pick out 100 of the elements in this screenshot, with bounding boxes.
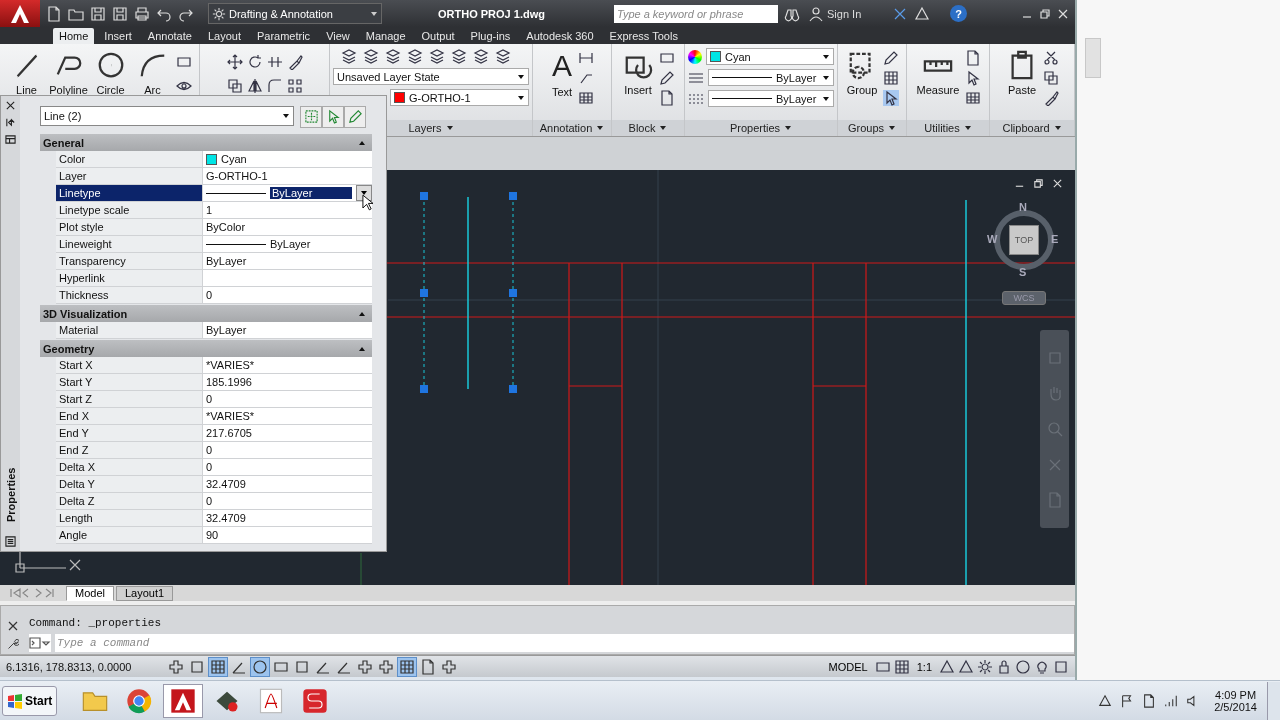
layers-icon[interactable]: [407, 48, 423, 64]
fillet-icon[interactable]: [266, 78, 283, 94]
property-row[interactable]: Start Y 185.1996: [56, 374, 372, 391]
properties-icon[interactable]: [5, 134, 16, 145]
table-icon[interactable]: [578, 90, 595, 106]
properties-icon[interactable]: [5, 536, 16, 547]
measure-tool-button[interactable]: Measure: [914, 48, 962, 98]
select-objects-button[interactable]: [322, 106, 344, 128]
annotation-scale-button[interactable]: 1:1: [912, 660, 936, 673]
brush-icon[interactable]: [1043, 90, 1059, 106]
ribbon-tab[interactable]: Layout: [201, 28, 247, 44]
grid-icon[interactable]: [209, 657, 227, 676]
save-icon[interactable]: [112, 5, 128, 22]
caret-icon[interactable]: [888, 124, 897, 132]
property-row[interactable]: Angle 90: [56, 527, 372, 544]
plus-icon[interactable]: [377, 657, 395, 676]
layers-icon[interactable]: [429, 48, 445, 64]
pencil-icon[interactable]: [659, 70, 675, 86]
save-icon[interactable]: [90, 5, 106, 22]
section-header[interactable]: General: [40, 134, 372, 151]
property-row[interactable]: Start Z 0: [56, 391, 372, 408]
quick-select-button[interactable]: [344, 106, 366, 128]
selected-line[interactable]: [420, 192, 428, 393]
linetype-dropdown[interactable]: ByLayer: [708, 69, 834, 86]
scissors-icon[interactable]: [1043, 50, 1059, 66]
insert-tool-button[interactable]: Insert: [621, 48, 655, 98]
grid-icon[interactable]: [883, 70, 900, 86]
draw-tool-button[interactable]: Polyline: [49, 48, 88, 98]
ribbon-tab[interactable]: Autodesk 360: [520, 28, 600, 44]
start-button[interactable]: Start: [2, 685, 58, 716]
model-space-button[interactable]: MODEL: [824, 659, 872, 674]
lock-icon[interactable]: [996, 658, 1012, 675]
application-menu-button[interactable]: [0, 0, 40, 27]
rectangle-icon[interactable]: [175, 54, 192, 70]
mirror-icon[interactable]: [246, 78, 263, 94]
pickadd-button[interactable]: [300, 106, 322, 128]
property-row[interactable]: Layer G-ORTHO-1: [56, 168, 372, 185]
caret-icon[interactable]: [1053, 124, 1062, 132]
cursor-icon[interactable]: [965, 70, 982, 86]
property-row[interactable]: Transparency ByLayer: [56, 253, 372, 270]
object-dropdown[interactable]: Line (2): [40, 106, 294, 126]
array-icon[interactable]: [286, 78, 303, 94]
ribbon-tab[interactable]: Plug-ins: [464, 28, 517, 44]
triangle-icon[interactable]: [1098, 693, 1113, 708]
auto-hide-icon[interactable]: [5, 117, 16, 128]
layers-icon[interactable]: [341, 48, 357, 64]
page-icon[interactable]: [965, 50, 982, 66]
close-icon[interactable]: [5, 100, 16, 111]
page-icon[interactable]: [659, 90, 675, 106]
close-icon[interactable]: [7, 620, 19, 632]
taskbar-app[interactable]: [163, 683, 204, 718]
table-icon[interactable]: [965, 90, 982, 106]
ribbon-tab[interactable]: Annotate: [141, 28, 198, 44]
plus-icon[interactable]: [356, 657, 374, 676]
layout-tab[interactable]: Layout1: [115, 585, 174, 601]
rotate-icon[interactable]: [246, 54, 263, 70]
group-tool-button[interactable]: Group: [844, 48, 880, 98]
caret-icon[interactable]: [784, 124, 793, 132]
model-tab[interactable]: Model: [66, 585, 114, 601]
trim-icon[interactable]: [266, 54, 283, 70]
property-row[interactable]: Delta X 0: [56, 459, 372, 476]
property-row[interactable]: Delta Y 32.4709: [56, 476, 372, 493]
copy-icon[interactable]: [226, 78, 243, 94]
property-row[interactable]: Start X *VARIES*: [56, 357, 372, 374]
plus-icon[interactable]: [167, 657, 185, 676]
workspace-dropdown[interactable]: Drafting & Annotation: [208, 3, 382, 24]
caret-icon[interactable]: [659, 124, 668, 132]
sign-in-button[interactable]: Sign In: [806, 5, 886, 22]
text-tool-button[interactable]: A Text: [549, 48, 575, 100]
cursor-icon[interactable]: [883, 90, 900, 106]
clock[interactable]: 4:09 PM 2/5/2014: [1214, 688, 1257, 713]
property-row[interactable]: Lineweight ByLayer: [56, 236, 372, 253]
circle-icon[interactable]: [251, 657, 269, 676]
property-row[interactable]: Delta Z 0: [56, 493, 372, 510]
triangle-icon[interactable]: [939, 658, 955, 675]
view-cube-face[interactable]: TOP: [1009, 225, 1039, 255]
layers-icon[interactable]: [495, 48, 511, 64]
layers-icon[interactable]: [363, 48, 379, 64]
property-row[interactable]: End Y 217.6705: [56, 425, 372, 442]
help-button[interactable]: ?: [950, 5, 967, 22]
caret-icon[interactable]: [445, 124, 454, 132]
property-row[interactable]: Hyperlink: [56, 270, 372, 287]
property-row[interactable]: Color Cyan: [56, 151, 372, 168]
gear-icon[interactable]: [977, 658, 993, 675]
draw-tool-button[interactable]: Circle: [91, 48, 130, 98]
ribbon-tab[interactable]: Parametric: [250, 28, 317, 44]
draw-tool-button[interactable]: Arc: [133, 48, 172, 98]
property-row[interactable]: Linetype ByLayer: [56, 185, 372, 202]
layer-dropdown[interactable]: G-ORTHO-1: [390, 89, 529, 106]
property-row[interactable]: End Z 0: [56, 442, 372, 459]
command-input[interactable]: Type a command: [55, 634, 1074, 652]
bars-icon[interactable]: [1164, 693, 1179, 708]
page-icon[interactable]: [419, 657, 437, 676]
layers-icon[interactable]: [473, 48, 489, 64]
ribbon-tab[interactable]: Home: [53, 28, 95, 44]
ribbon-tab[interactable]: Output: [415, 28, 461, 44]
caret-icon[interactable]: [963, 124, 972, 132]
grid-icon[interactable]: [893, 658, 910, 675]
scroll-thumb[interactable]: [1085, 38, 1101, 78]
ribbon-tab[interactable]: Insert: [98, 28, 138, 44]
